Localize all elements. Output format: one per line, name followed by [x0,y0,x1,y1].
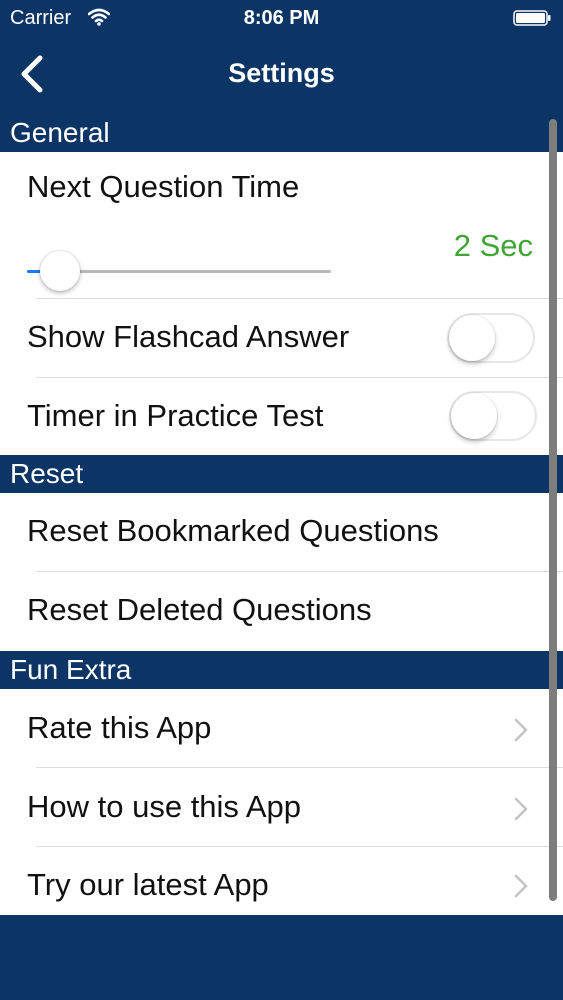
slider-thumb[interactable] [40,251,81,291]
settings-table: General Next Question Time 2 Sec Show Fl… [0,114,563,915]
rate-this-app-row[interactable]: Rate this App [0,689,563,768]
reset-bookmarked-questions-label: Reset Bookmarked Questions [27,513,439,548]
show-flashcard-answer-toggle[interactable] [447,313,535,363]
section-title: Fun Extra [10,654,132,685]
chevron-right-icon [514,874,528,898]
section-header-fun-extra: Fun Extra [0,651,563,689]
status-time: 8:06 PM [243,7,320,29]
status-bar: Carrier 8:06 PM [0,0,563,40]
show-flashcard-answer-label: Show Flashcad Answer [27,319,350,354]
next-question-time-slider[interactable] [27,251,331,291]
reset-deleted-questions-row[interactable]: Reset Deleted Questions [0,572,563,651]
chevron-right-icon [514,718,528,742]
rate-this-app-label: Rate this App [27,710,212,745]
timer-in-practice-test-row: Timer in Practice Test [0,378,563,455]
try-our-latest-app-row[interactable]: Try our latest App [0,847,563,915]
how-to-use-this-app-row[interactable]: How to use this App [0,768,563,847]
chevron-right-icon [514,797,528,821]
timer-in-practice-test-toggle[interactable] [449,391,537,441]
try-our-latest-app-label: Try our latest App [27,867,269,902]
toggle-knob [451,393,497,439]
section-title: General [10,117,110,148]
battery-icon [513,9,551,26]
scrollbar[interactable] [549,119,557,901]
reset-bookmarked-questions-row[interactable]: Reset Bookmarked Questions [0,493,563,572]
section-header-general: General [0,114,563,152]
section-title: Reset [10,458,84,489]
navigation-bar: Settings [0,40,563,114]
next-question-time-value: 2 Sec [453,228,533,263]
show-flashcard-answer-row: Show Flashcad Answer [0,299,563,378]
reset-deleted-questions-label: Reset Deleted Questions [27,592,372,627]
section-header-reset: Reset [0,455,563,493]
toggle-knob [449,315,495,361]
next-question-time-label: Next Question Time [27,169,300,204]
how-to-use-this-app-label: How to use this App [27,789,301,824]
page-title: Settings [228,58,335,88]
timer-in-practice-test-label: Timer in Practice Test [27,398,324,433]
